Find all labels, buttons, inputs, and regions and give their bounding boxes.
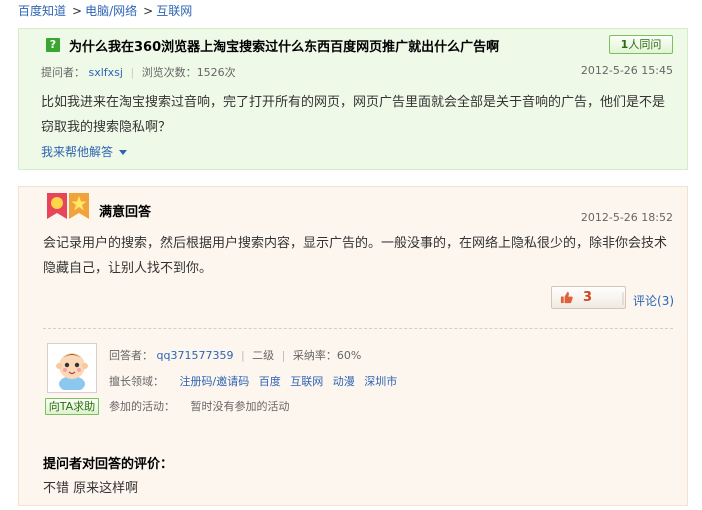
expertise-row: 擅长领域： 注册码/邀请码 百度 互联网 动漫 深圳市 [109,373,403,389]
asker-name-link[interactable]: sxlfxsj [89,66,123,79]
expertise-tag[interactable]: 百度 [259,375,281,388]
question-meta: 提问者： sxlfxsj | 浏览次数：1526次 [41,64,236,80]
same-question-label: 人同问 [628,38,662,51]
asker-evaluation-heading: 提问者对回答的评价： [43,457,174,472]
thumbs-up-icon [560,291,573,304]
adopt-rate-value: 60% [336,349,362,362]
activity-label: 参加的活动： [109,400,175,413]
expertise-label: 擅长领域： [109,375,164,388]
same-question-button[interactable]: 1人同问 [609,35,673,54]
views-label: 浏览次数： [141,66,197,79]
question-date: 2012-5-26 15:45 [580,64,673,77]
views-value: 1526次 [196,66,236,79]
comment-count: (3) [657,294,675,308]
like-count: 3 [583,290,593,305]
info-divider: | [281,349,286,362]
asker-label: 提问者： [41,66,85,79]
activity-row: 参加的活动： 暂时没有参加的活动 [109,398,290,414]
comment-divider: | [621,291,626,305]
question-body: 比如我进来在淘宝搜索过音响，完了打开所有的网页，网页广告里面就会全部是关于音响的… [41,95,666,135]
info-divider: | [240,349,245,362]
best-answer-panel: 满意回答 2012-5-26 18:52 会记录用户的搜索，然后根据用户搜索内容… [18,186,688,506]
adopt-rate-label: 采纳率： [292,349,337,362]
meta-divider: | [130,66,135,79]
breadcrumb-item-zhidao[interactable]: 百度知道 [18,4,66,18]
ask-for-help-button[interactable]: 向TA求助 [45,398,99,415]
expertise-tag[interactable]: 互联网 [290,375,323,388]
expertise-tag[interactable]: 动漫 [333,375,355,388]
medal-badge-icon [47,193,89,219]
comment-label: 评论 [633,294,658,308]
answerer-info-row: 回答者： qq371577359 | 二级 | 采纳率：60% [109,347,361,363]
answerer-name-link[interactable]: qq371577359 [157,349,234,362]
breadcrumb-separator: > [72,4,83,18]
help-answer-link[interactable]: 我来帮他解答 [41,143,128,160]
section-divider [43,328,673,329]
best-answer-title: 满意回答 [99,205,152,220]
expertise-tag[interactable]: 注册码/邀请码 [180,375,250,388]
question-title: 为什么我在360浏览器上淘宝搜索过什么东西百度网页推广就出什么广告啊 [69,40,500,55]
answer-date: 2012-5-26 18:52 [580,211,673,224]
asker-evaluation-text: 不错 原来这样啊 [43,481,139,496]
answerer-label: 回答者： [109,349,153,362]
comment-link[interactable]: 评论(3) [633,292,674,309]
activity-value: 暂时没有参加的活动 [190,400,290,413]
help-answer-label: 我来帮他解答 [41,145,114,159]
answerer-level: 二级 [252,349,275,362]
answerer-avatar[interactable] [47,343,97,393]
breadcrumb-item-computer-network[interactable]: 电脑/网络 [85,4,137,18]
answer-body: 会记录用户的搜索，然后根据用户搜索内容，显示广告的。一般没事的，在网络上隐私很少… [43,236,668,276]
breadcrumb-item-internet[interactable]: 互联网 [156,4,192,18]
breadcrumb-separator: > [143,4,154,18]
like-button[interactable]: 3 [551,286,626,309]
expertise-tag[interactable]: 深圳市 [364,375,397,388]
chevron-down-icon [119,150,128,155]
question-panel: ? 为什么我在360浏览器上淘宝搜索过什么东西百度网页推广就出什么广告啊 1人同… [18,28,688,170]
breadcrumb: 百度知道 > 电脑/网络 > 互联网 [18,2,192,18]
question-icon: ? [46,38,60,52]
baby-avatar-icon [50,346,94,390]
